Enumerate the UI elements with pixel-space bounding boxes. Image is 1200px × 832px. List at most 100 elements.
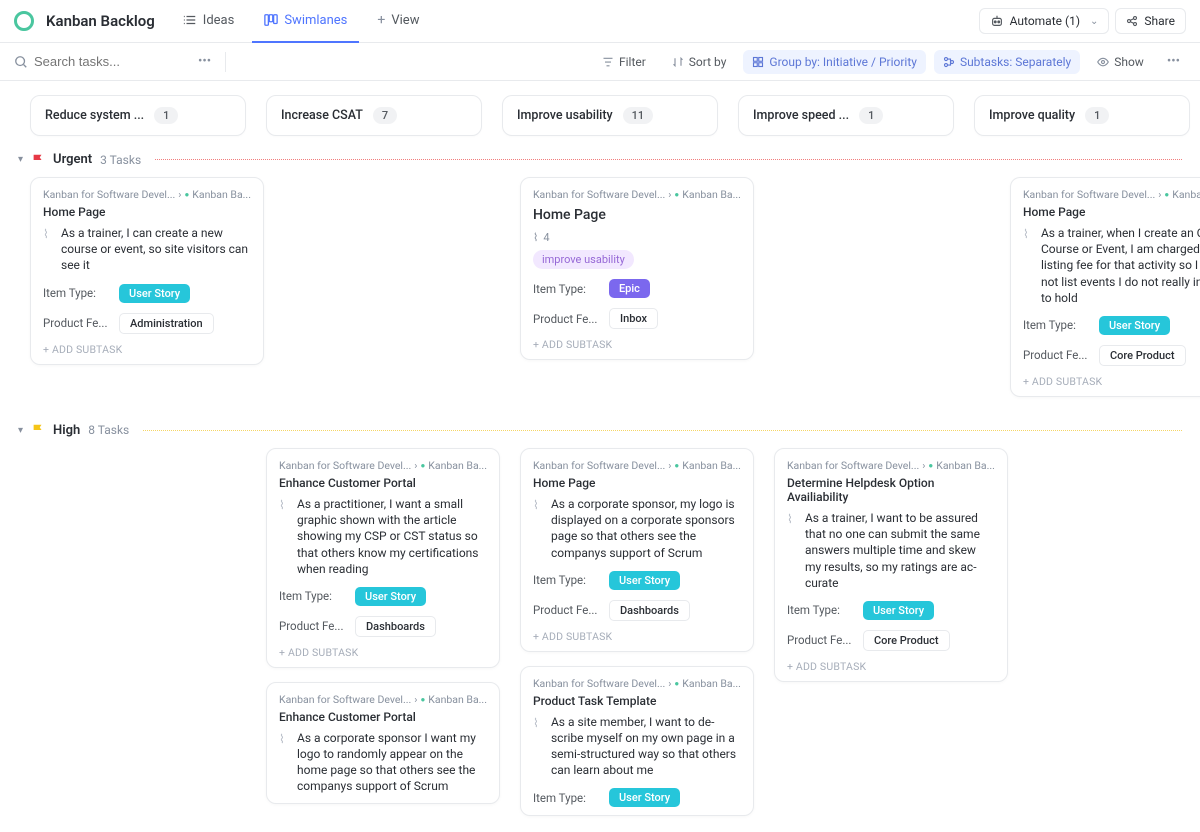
column-header[interactable]: Reduce system ...1 [30,95,246,136]
column-header[interactable]: Improve usability11 [502,95,718,136]
toolbar: ••• Filter Sort by Group by: Initiative … [0,43,1200,81]
card-title: Determine Helpdesk Option Availiability [787,476,995,504]
flag-icon [31,423,45,437]
tab-add-view[interactable]: + View [365,0,431,43]
more-icon[interactable]: ••• [192,54,217,69]
add-subtask-button[interactable]: + ADD SUBTASK [533,338,741,351]
card-title: Enhance Customer Portal [279,476,487,490]
task-card[interactable]: Kanban for Software Devel...›●Kanban Ba.… [30,177,264,365]
column-header[interactable]: Increase CSAT7 [266,95,482,136]
lane-header-urgent: ▾ Urgent 3 Tasks [0,142,1200,175]
chip-user-story: User Story [863,601,934,620]
lane-header-high: ▾ High 8 Tasks [0,413,1200,446]
card-title: Home Page [533,476,741,490]
breadcrumb: Kanban for Software Devel...›●Kanban Ba.… [533,188,741,201]
lane-high: Kanban for Software Devel...›●Kanban Ba.… [0,446,1200,832]
breadcrumb: Kanban for Software Devel...›●Kanban Ba.… [279,459,487,472]
subtask-tree-icon: ⌇ [533,715,545,779]
list-icon [183,13,197,27]
eye-icon [1097,56,1109,68]
board-icon [264,13,278,27]
share-button[interactable]: Share [1115,8,1186,34]
lane-urgent: Kanban for Software Devel...›●Kanban Ba.… [0,175,1200,413]
tab-label: Swimlanes [284,13,347,28]
subtask-tree-icon: ⌇ [533,497,545,561]
chip-feature: Core Product [863,630,950,651]
chip-feature: Dashboards [609,600,690,621]
filter-icon [602,56,614,68]
task-card[interactable]: Kanban for Software Devel...›●Kanban Ba.… [520,666,754,817]
search-input[interactable] [34,54,164,69]
add-subtask-button[interactable]: + ADD SUBTASK [533,630,741,643]
subtask-tree-icon: ⌇ [533,231,538,244]
breadcrumb: Kanban for Software Devel...›●Kanban Ba.… [533,677,741,690]
tab-label: View [391,13,419,28]
chip-feature: Core Product [1099,345,1186,366]
chevron-down-icon: ⌄ [1090,16,1098,27]
chip-feature: Inbox [609,308,658,329]
sort-button[interactable]: Sort by [663,50,736,74]
card-title: Home Page [1023,205,1200,219]
subtask-tree-icon: ⌇ [787,511,799,591]
breadcrumb: Kanban for Software Devel...›●Kanban Ba.… [43,188,251,201]
tab-label: Ideas [203,13,235,28]
app-header: Kanban Backlog Ideas Swimlanes + View Au… [0,0,1200,43]
card-desc: As a site member, I want to de­scribe my… [551,714,741,779]
card-desc: As a corporate sponsor I want my logo to… [297,730,487,795]
task-card[interactable]: Kanban for Software Devel...›●Kanban Ba.… [520,448,754,652]
task-card[interactable]: Kanban for Software Devel...›●Kanban Ba.… [266,448,500,668]
task-card[interactable]: Kanban for Software Devel...›●Kanban Ba.… [520,177,754,360]
share-icon [1126,15,1138,27]
subtask-count: 4 [543,231,549,244]
search-wrap [14,54,184,69]
filter-button[interactable]: Filter [593,50,655,74]
sort-icon [672,56,684,68]
card-desc: As a practitioner, I want a small graphi… [297,496,487,577]
subtask-tree-icon: ⌇ [43,226,55,274]
column-header[interactable]: Improve speed ...1 [738,95,954,136]
collapse-icon[interactable]: ▾ [18,425,23,436]
column-headers: Reduce system ...1 Increase CSAT7 Improv… [0,81,1200,142]
add-subtask-button[interactable]: + ADD SUBTASK [279,646,487,659]
chip-user-story: User Story [609,571,680,590]
card-title: Home Page [43,205,251,219]
toolbar-more-icon[interactable]: ••• [1161,54,1186,69]
flag-icon [31,153,45,167]
plus-icon: + [377,12,385,28]
collapse-icon[interactable]: ▾ [18,154,23,165]
task-card[interactable]: Kanban for Software Devel...›●Kanban Ba.… [1010,177,1200,397]
card-title: Product Task Template [533,694,741,708]
group-button[interactable]: Group by: Initiative / Priority [743,50,926,74]
lane-divider [155,159,1182,160]
column-header[interactable]: Improve quality1 [974,95,1190,136]
breadcrumb: Kanban for Software Devel...›●Kanban Ba.… [787,459,995,472]
add-subtask-button[interactable]: + ADD SUBTASK [787,660,995,673]
tab-swimlanes[interactable]: Swimlanes [252,0,359,43]
card-title: Enhance Customer Portal [279,710,487,724]
card-desc: As a trainer, I want to be assured that … [805,510,995,591]
subtask-icon [943,56,955,68]
tab-ideas[interactable]: Ideas [171,0,247,43]
subtask-tree-icon: ⌇ [279,731,291,795]
add-subtask-button[interactable]: + ADD SUBTASK [1023,375,1200,388]
task-card[interactable]: Kanban for Software Devel...›●Kanban Ba.… [774,448,1008,682]
chip-user-story: User Story [609,788,680,807]
subtasks-button[interactable]: Subtasks: Separately [934,50,1080,74]
breadcrumb: Kanban for Software Devel...›●Kanban Ba.… [1023,188,1200,201]
show-button[interactable]: Show [1088,50,1153,74]
breadcrumb: Kanban for Software Devel...›●Kanban Ba.… [533,459,741,472]
add-subtask-button[interactable]: + ADD SUBTASK [43,343,251,356]
card-desc: As a trainer, I can create a new course … [61,225,251,274]
workspace-avatar[interactable] [14,11,34,31]
automate-button[interactable]: Automate (1) ⌄ [979,8,1110,34]
card-title: Home Page [533,207,741,223]
chip-feature: Administration [119,313,214,334]
tag: improve usability [533,250,634,269]
chip-epic: Epic [609,279,650,298]
subtask-tree-icon: ⌇ [1023,226,1035,306]
task-card[interactable]: Kanban for Software Devel...›●Kanban Ba.… [266,682,500,804]
card-desc: As a trainer, when I create an Other Cou… [1041,225,1200,306]
chip-user-story: User Story [355,587,426,606]
group-icon [752,56,764,68]
breadcrumb: Kanban for Software Devel...›●Kanban Ba.… [279,693,487,706]
